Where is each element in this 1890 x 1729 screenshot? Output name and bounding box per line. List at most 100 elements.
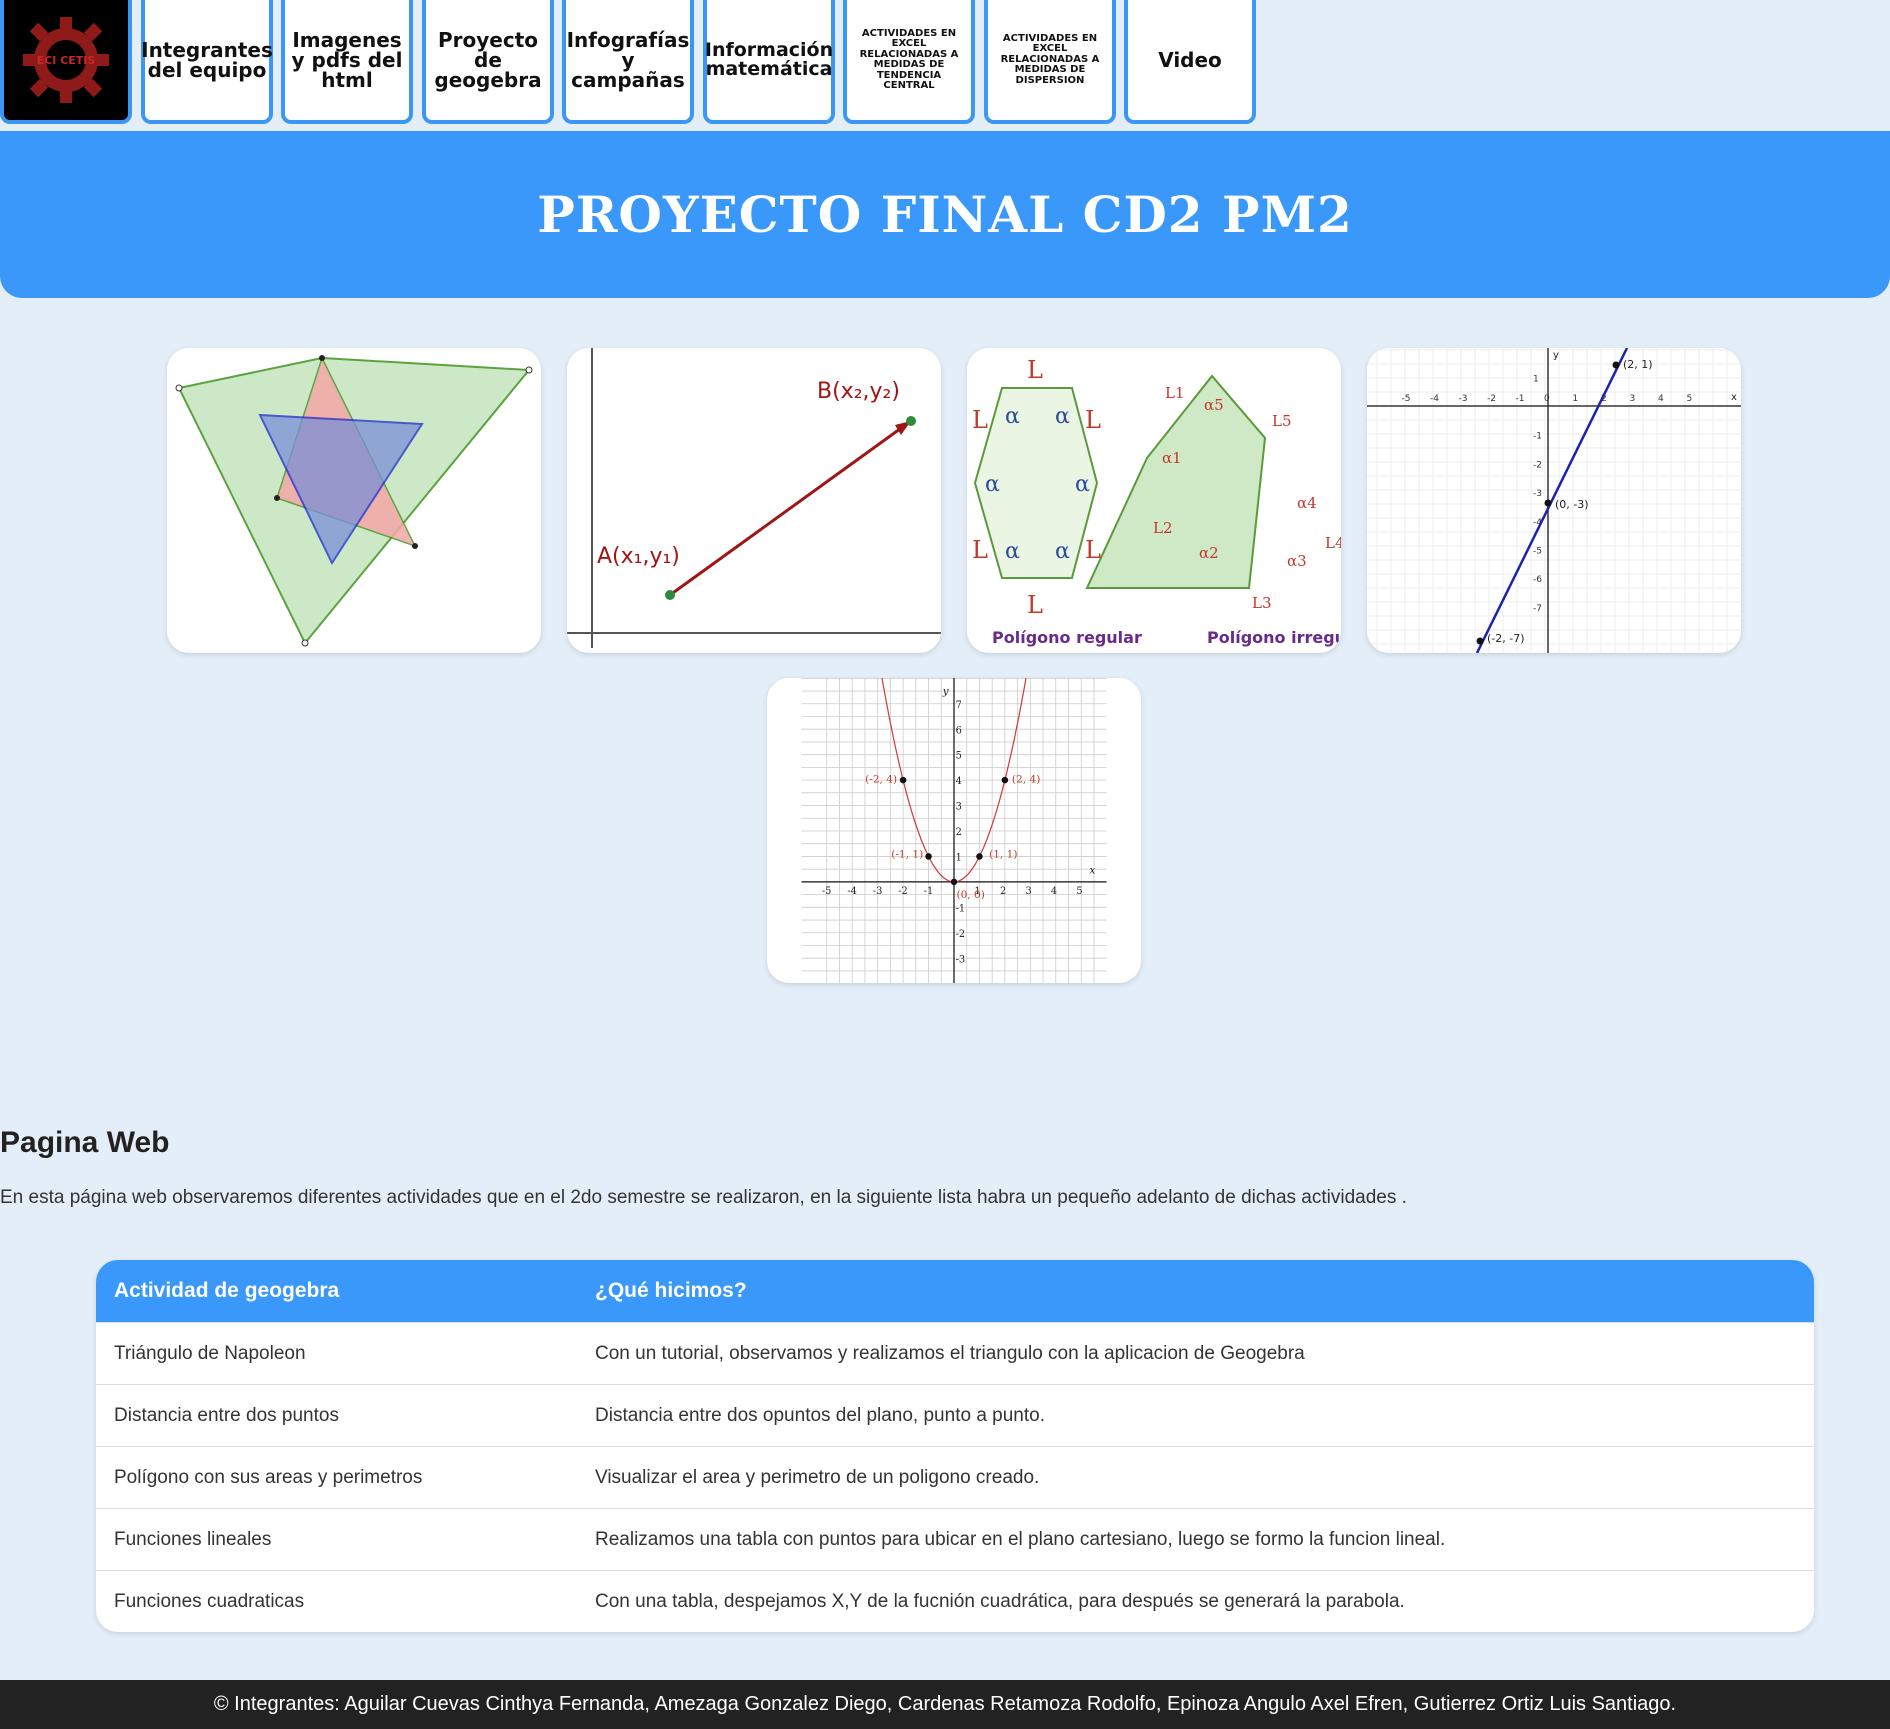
image-quadratic-function: -5 -4 -3 -2 -1 1 2 3 4 5 7 6 5 4 3 2 1 -1 -2 -3 (-2, 4) (2… [767,678,1141,983]
image-polygons: L L L L L L α α α α α α L1 L2 L3 L4 L5 α… [967,348,1341,653]
y-tick-label: -1 [1533,432,1542,442]
y-tick-label: 6 [956,725,962,736]
point-label: (0, -3) [1555,498,1589,511]
angle-label: α [985,472,1000,497]
nav-label: Imagenes y pdfs del html [291,28,403,92]
point-label: (-2, -7) [1487,632,1525,645]
side-label: L4 [1325,534,1341,552]
nav-item-video[interactable]: Video [1124,0,1256,124]
logo-text: ECI CETIS [37,54,96,67]
x-tick-label: 4 [1658,394,1664,404]
table-row: Funciones cuadraticas Con una tabla, des… [96,1570,1814,1632]
x-tick-label: -1 [1516,394,1525,404]
page-header: PROYECTO FINAL CD2 PM2 [0,131,1890,298]
top-nav: ECI CETIS Integrantes del equipo Imagene… [0,0,1890,127]
y-tick-label: 3 [956,802,962,813]
table-header: ¿Qué hicimos? [577,1260,1814,1323]
x-tick-label: -3 [873,886,883,897]
table-header-row: Actividad de geogebra ¿Qué hicimos? [96,1260,1814,1323]
image-linear-function: -5 -4 -3 -2 -1 0 1 2 3 4 5 1 -1 -2 -3 -4 -5 -6 -7 (2, 1) … [1367,348,1741,653]
gear-logo-icon: ECI CETIS [23,17,109,103]
side-label: L [1027,591,1043,619]
table-cell: Funciones lineales [96,1508,577,1571]
angle-label: α [1075,472,1090,497]
x-tick-label: 1 [1573,394,1579,404]
angle-label: α2 [1199,544,1219,562]
x-axis-label: x [1089,865,1095,877]
x-tick-label: 5 [1687,394,1693,404]
nav-item-integrantes[interactable]: Integrantes del equipo [141,0,273,124]
x-tick-label: -2 [898,886,908,897]
side-label: L2 [1153,519,1173,537]
nav-item-imagenes[interactable]: Imagenes y pdfs del html [281,0,413,124]
nav-label: Información matemática [704,39,834,80]
y-tick-label: -3 [1533,489,1542,499]
image-distance-points: B(x₂,y₂) A(x₁,y₁) [567,348,941,653]
nav-label: ACTIVIDADES EN EXCEL RELACIONADAS A MEDI… [859,27,959,91]
table-cell: Con un tutorial, observamos y realizamos… [577,1322,1814,1385]
y-axis-label: y [1553,350,1559,361]
activities-table: Actividad de geogebra ¿Qué hicimos? Triá… [96,1260,1814,1632]
table-row: Triángulo de Napoleon Con un tutorial, o… [96,1322,1814,1385]
curve-point [899,776,907,784]
table-row: Polígono con sus areas y perimetros Visu… [96,1446,1814,1509]
side-label: L [972,536,988,564]
x-tick-label: 5 [1076,886,1082,897]
nav-item-excel-tendencia[interactable]: ACTIVIDADES EN EXCEL RELACIONADAS A MEDI… [843,0,975,124]
x-tick-label: 4 [1051,886,1057,897]
footer-text: © Integrantes: Aguilar Cuevas Cinthya Fe… [213,1693,1677,1715]
nav-item-geogebra[interactable]: Proyecto de geogebra [422,0,554,124]
x-tick-label: -3 [1459,394,1468,404]
nav-label: Infografías y campañas [566,28,690,92]
y-axis-label: y [942,685,950,697]
y-tick-label: -3 [956,954,966,965]
point-label: (0, 0) [956,889,984,901]
side-label: L [1027,356,1043,384]
y-tick-label: -5 [1533,547,1542,557]
side-label: L [1085,406,1101,434]
curve-point [976,853,983,860]
angle-label: α [1005,539,1020,564]
x-tick-label: -4 [847,886,857,897]
side-label: L [1085,536,1101,564]
table-header: Actividad de geogebra [96,1260,577,1323]
y-tick-label: 4 [956,776,962,787]
angle-label: α [1055,404,1070,429]
nav-item-infografias[interactable]: Infografías y campañas [562,0,694,124]
y-tick-label: -1 [956,903,966,914]
y-tick-label: 5 [956,751,962,762]
side-label: L [972,406,988,434]
table-cell: Realizamos una tabla con puntos para ubi… [577,1508,1814,1571]
logo[interactable]: ECI CETIS [0,0,132,124]
curve-point [1001,776,1009,784]
side-label: L3 [1252,594,1272,612]
y-tick-label: -7 [1533,604,1542,614]
nav-label: Video [1158,48,1222,72]
table-cell: Distancia entre dos opuntos del plano, p… [577,1384,1814,1447]
table-cell: Con una tabla, despejamos X,Y de la fucn… [577,1570,1814,1632]
point-label: (-1, 1) [891,848,923,860]
x-tick-label: 2 [1000,886,1006,897]
table-cell: Triángulo de Napoleon [96,1322,577,1385]
y-tick-label: -2 [956,929,966,940]
side-label: L5 [1272,412,1292,430]
nav-item-informacion[interactable]: Información matemática [703,0,835,124]
angle-label: α5 [1204,396,1224,414]
table-cell: Polígono con sus areas y perimetros [96,1446,577,1509]
angle-label: α [1055,539,1070,564]
x-tick-label: 0 [1544,394,1550,404]
section-title: Pagina Web [0,1126,170,1159]
nav-item-excel-dispersion[interactable]: ACTIVIDADES EN EXCEL RELACIONADAS A MEDI… [984,0,1116,124]
nav-label: ACTIVIDADES EN EXCEL RELACIONADAS A MEDI… [1000,32,1100,86]
caption-irregular: Polígono irregular [1207,628,1341,647]
x-axis-label: x [1731,392,1737,403]
table-cell: Funciones cuadraticas [96,1570,577,1632]
point-label: (2, 1) [1623,358,1653,371]
x-tick-label: 3 [1025,886,1031,897]
table-cell: Visualizar el area y perimetro de un pol… [577,1446,1814,1509]
angle-label: α3 [1287,552,1307,570]
angle-label: α [1005,404,1020,429]
point-b-label: B(x₂,y₂) [817,379,900,404]
nav-label: Proyecto de geogebra [434,28,542,92]
nav-label: Integrantes del equipo [141,38,273,82]
